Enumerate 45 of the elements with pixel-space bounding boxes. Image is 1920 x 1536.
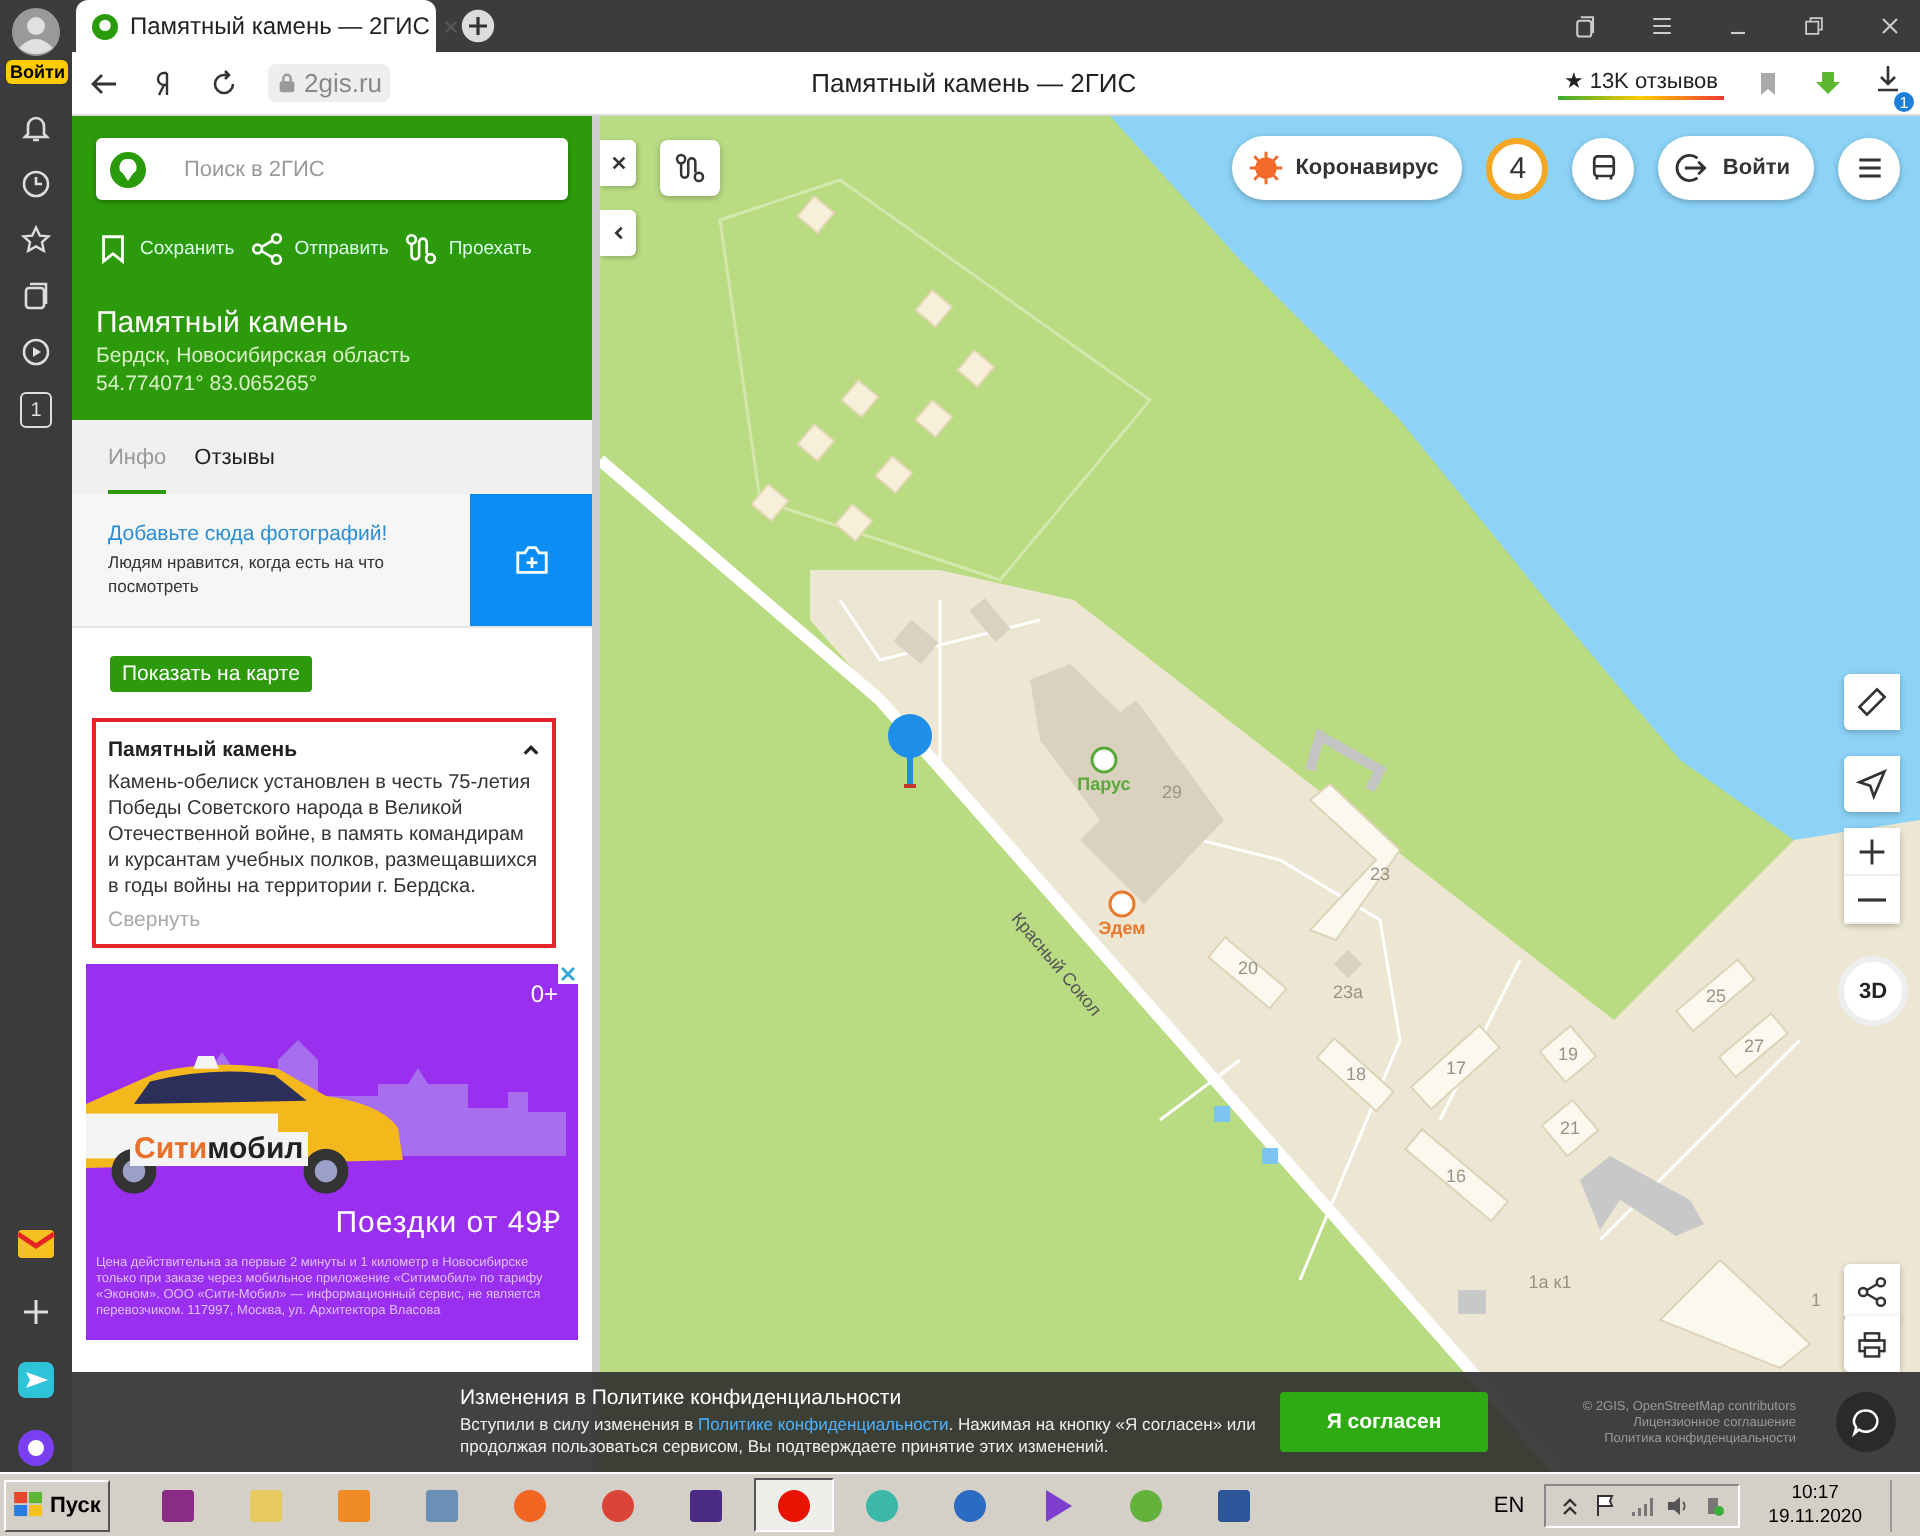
house-number: 21 xyxy=(1560,1118,1580,1138)
house-number: 29 xyxy=(1162,782,1182,802)
action-link[interactable]: Отправить xyxy=(294,238,389,260)
language-indicator[interactable]: EN xyxy=(1493,1493,1525,1517)
downloads-badge: 1 xyxy=(1894,92,1914,112)
search-field[interactable]: Поиск в 2ГИС xyxy=(96,138,568,200)
banner-title: Изменения в Политике конфиденциальности xyxy=(460,1386,904,1410)
photo-prompt-text: Людям нравится, когда есть на что посмотреть xyxy=(108,552,387,598)
start-button[interactable]: Пуск xyxy=(4,1479,111,1531)
place-title: Памятный камень xyxy=(96,306,351,340)
action-link[interactable]: Проехать xyxy=(448,238,532,260)
reviews-button[interactable]: ★ 13K отзывов xyxy=(1557,67,1724,99)
privacy-policy-link[interactable]: Политике конфиденциальности xyxy=(697,1414,949,1434)
house-number: 1а к1 xyxy=(1528,1272,1572,1292)
show-on-map-button[interactable]: Показать на карте xyxy=(110,656,312,692)
banner-text: Вступили в силу изменения в Политике конфиденциальности. Нажимая на кнопку «Я согласен» или продолжая пользоваться сервисом, Вы подтверждаете принятие этих изменений. xyxy=(460,1414,1258,1458)
coronavirus-button[interactable]: Коронавирус xyxy=(1231,136,1463,200)
panel-tab[interactable]: Отзывы xyxy=(194,424,275,496)
place-coordinates: 54.774071° 83.065265° xyxy=(96,372,320,396)
action-link[interactable]: Сохранить xyxy=(140,238,235,260)
house-number: 1 xyxy=(1811,1290,1821,1310)
clock-time[interactable]: 10:17 xyxy=(1791,1481,1839,1505)
agree-button[interactable]: Я согласен xyxy=(1280,1392,1488,1452)
description-title: Памятный камень xyxy=(108,738,298,762)
house-number: 16 xyxy=(1446,1166,1466,1186)
clock-date[interactable]: 19.11.2020 xyxy=(1768,1505,1862,1529)
house-number: 25 xyxy=(1706,986,1726,1006)
page-title: Памятный камень — 2ГИС xyxy=(809,68,1139,98)
ad-headline: Поездки от 49₽ xyxy=(335,1204,562,1240)
house-number: 20 xyxy=(1238,958,1258,978)
house-number: 27 xyxy=(1744,1036,1764,1056)
login-badge[interactable]: Войти xyxy=(6,60,69,84)
age-rating: 0+ xyxy=(530,980,558,1008)
description-text: Камень-обелиск установлен в честь 75-летия Победы Советского народа в Великой Отечественной войне, в память командирам и курсантам учебных полков, размещавшихся в годы войны на территории г. Бердска. xyxy=(108,770,539,900)
address-field[interactable]: 2gis.ru xyxy=(268,64,391,102)
place-address: Бердск, Новосибирская область xyxy=(96,344,413,368)
counter-badge[interactable]: 1 xyxy=(20,392,52,428)
car-brand-text: Ситимобил xyxy=(130,1132,308,1166)
login-button[interactable]: Войти xyxy=(1658,136,1814,200)
house-number: 23 xyxy=(1370,864,1390,884)
house-number: 18 xyxy=(1346,1064,1366,1084)
add-photos-link[interactable]: Добавьте сюда фотографий! xyxy=(108,522,434,547)
house-number: 23а xyxy=(1332,982,1364,1002)
house-number: 19 xyxy=(1558,1044,1578,1064)
house-number: 17 xyxy=(1446,1058,1466,1078)
